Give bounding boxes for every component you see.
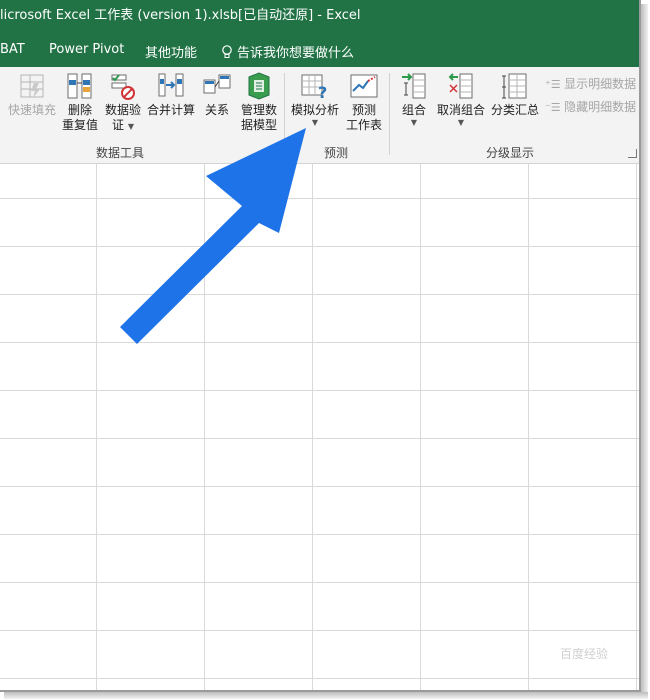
forecast-sheet-button[interactable]: 预测 工作表 [343,71,385,133]
hide-detail-button[interactable]: ⁻☰ 隐藏明细数据 [545,98,636,115]
ungroup-button[interactable]: 取消组合 ▼ [435,71,487,128]
tab-bat[interactable]: BAT [0,42,25,57]
worksheet-grid[interactable] [0,164,639,690]
column-divider [312,164,313,690]
group-separator [389,73,390,155]
remove-duplicates-icon [67,73,92,99]
row-divider [0,390,639,391]
data-model-line1: 管理数 [240,103,277,117]
remove-duplicates-line1: 删除 [67,103,92,117]
window-shadow-right [641,4,648,696]
minus-icon: ⁻☰ [545,101,565,114]
column-divider [204,164,205,690]
group-button[interactable]: 组合 ▼ [395,71,433,128]
consolidate-button[interactable]: 合并计算 [145,71,197,118]
tab-other-functions[interactable]: 其他功能 [145,42,197,61]
tell-me-search[interactable]: 告诉我你想要做什么 [221,42,354,61]
flash-fill-button[interactable]: 快速填充 [6,71,58,118]
manage-data-model-button[interactable]: 管理数 据模型 [237,71,281,133]
data-validation-icon [111,74,135,100]
chevron-down-icon: ▼ [457,118,465,127]
data-model-line2: 据模型 [240,118,277,132]
hide-detail-label: 隐藏明细数据 [564,100,637,114]
what-if-analysis-icon: ? [301,74,327,101]
relationships-button[interactable]: 关系 [199,71,235,118]
row-divider [0,438,639,439]
data-validation-line1: 数据验 [104,103,141,117]
flash-fill-label: 快速填充 [7,103,56,117]
flash-fill-icon [20,74,44,98]
ribbon-data-tab: 快速填充 删除 重复值 数据验 证 ▼ 合并计算 关系 管理数 据模型 数据工具 [0,67,639,164]
tell-me-text: 告诉我你想要做什么 [237,46,355,61]
svg-text:?: ? [318,83,327,101]
subtotal-icon [502,73,527,99]
chevron-down-icon: ▼ [127,122,134,131]
remove-duplicates-button[interactable]: 删除 重复值 [59,71,101,133]
plus-icon: ⁺☰ [545,78,565,91]
data-validation-line2-text: 证 [112,118,125,132]
ungroup-label: 取消组合 [436,103,485,117]
relationships-label: 关系 [204,103,229,117]
chevron-down-icon: ▼ [311,118,319,127]
forecast-group-label: 预测 [323,146,348,160]
row-divider [0,582,639,583]
data-tools-group-label: 数据工具 [95,146,144,160]
row-divider [0,630,639,631]
what-if-label: 模拟分析 [290,103,339,117]
consolidate-icon [158,73,184,97]
forecast-sheet-icon [350,74,378,98]
remove-duplicates-line2: 重复值 [61,118,98,132]
row-divider [0,678,639,679]
window-title: licrosoft Excel 工作表 (version 1).xlsb[已自动… [0,8,361,23]
watermark: 百度经验 [560,647,609,661]
column-divider [96,164,97,690]
what-if-analysis-button[interactable]: ? 模拟分析 ▼ [290,71,340,128]
subtotal-label: 分类汇总 [490,103,539,117]
forecast-sheet-line1: 预测 [351,103,376,117]
chevron-down-icon: ▼ [410,118,418,127]
outline-group-label: 分级显示 [485,146,534,160]
row-divider [0,294,639,295]
ribbon-tab-bar: BAT Power Pivot 其他功能 告诉我你想要做什么 [0,32,639,67]
title-bar: licrosoft Excel 工作表 (version 1).xlsb[已自动… [0,0,639,32]
subtotal-button[interactable]: 分类汇总 [489,71,541,118]
column-divider [636,164,637,690]
group-label: 组合 [401,103,426,117]
forecast-sheet-line2: 工作表 [345,118,382,132]
group-icon [402,73,426,99]
consolidate-label: 合并计算 [146,103,195,117]
tab-power-pivot[interactable]: Power Pivot [49,42,124,57]
row-divider [0,246,639,247]
lightbulb-icon [222,45,232,58]
column-divider [528,164,529,690]
data-validation-button[interactable]: 数据验 证 ▼ [102,71,144,133]
row-divider [0,486,639,487]
dialog-launcher-icon[interactable] [628,149,637,158]
show-detail-label: 显示明细数据 [564,77,637,91]
row-divider [0,342,639,343]
group-separator [284,73,285,155]
show-detail-button[interactable]: ⁺☰ 显示明细数据 [545,75,636,92]
row-divider [0,534,639,535]
column-divider [420,164,421,690]
data-model-icon [248,72,270,100]
row-divider [0,198,639,199]
excel-window: licrosoft Excel 工作表 (version 1).xlsb[已自动… [0,0,641,692]
ungroup-icon [448,73,473,99]
relationships-icon [203,74,231,94]
window-shadow-bottom [4,692,648,699]
data-validation-line2: 证 ▼ [102,118,144,133]
